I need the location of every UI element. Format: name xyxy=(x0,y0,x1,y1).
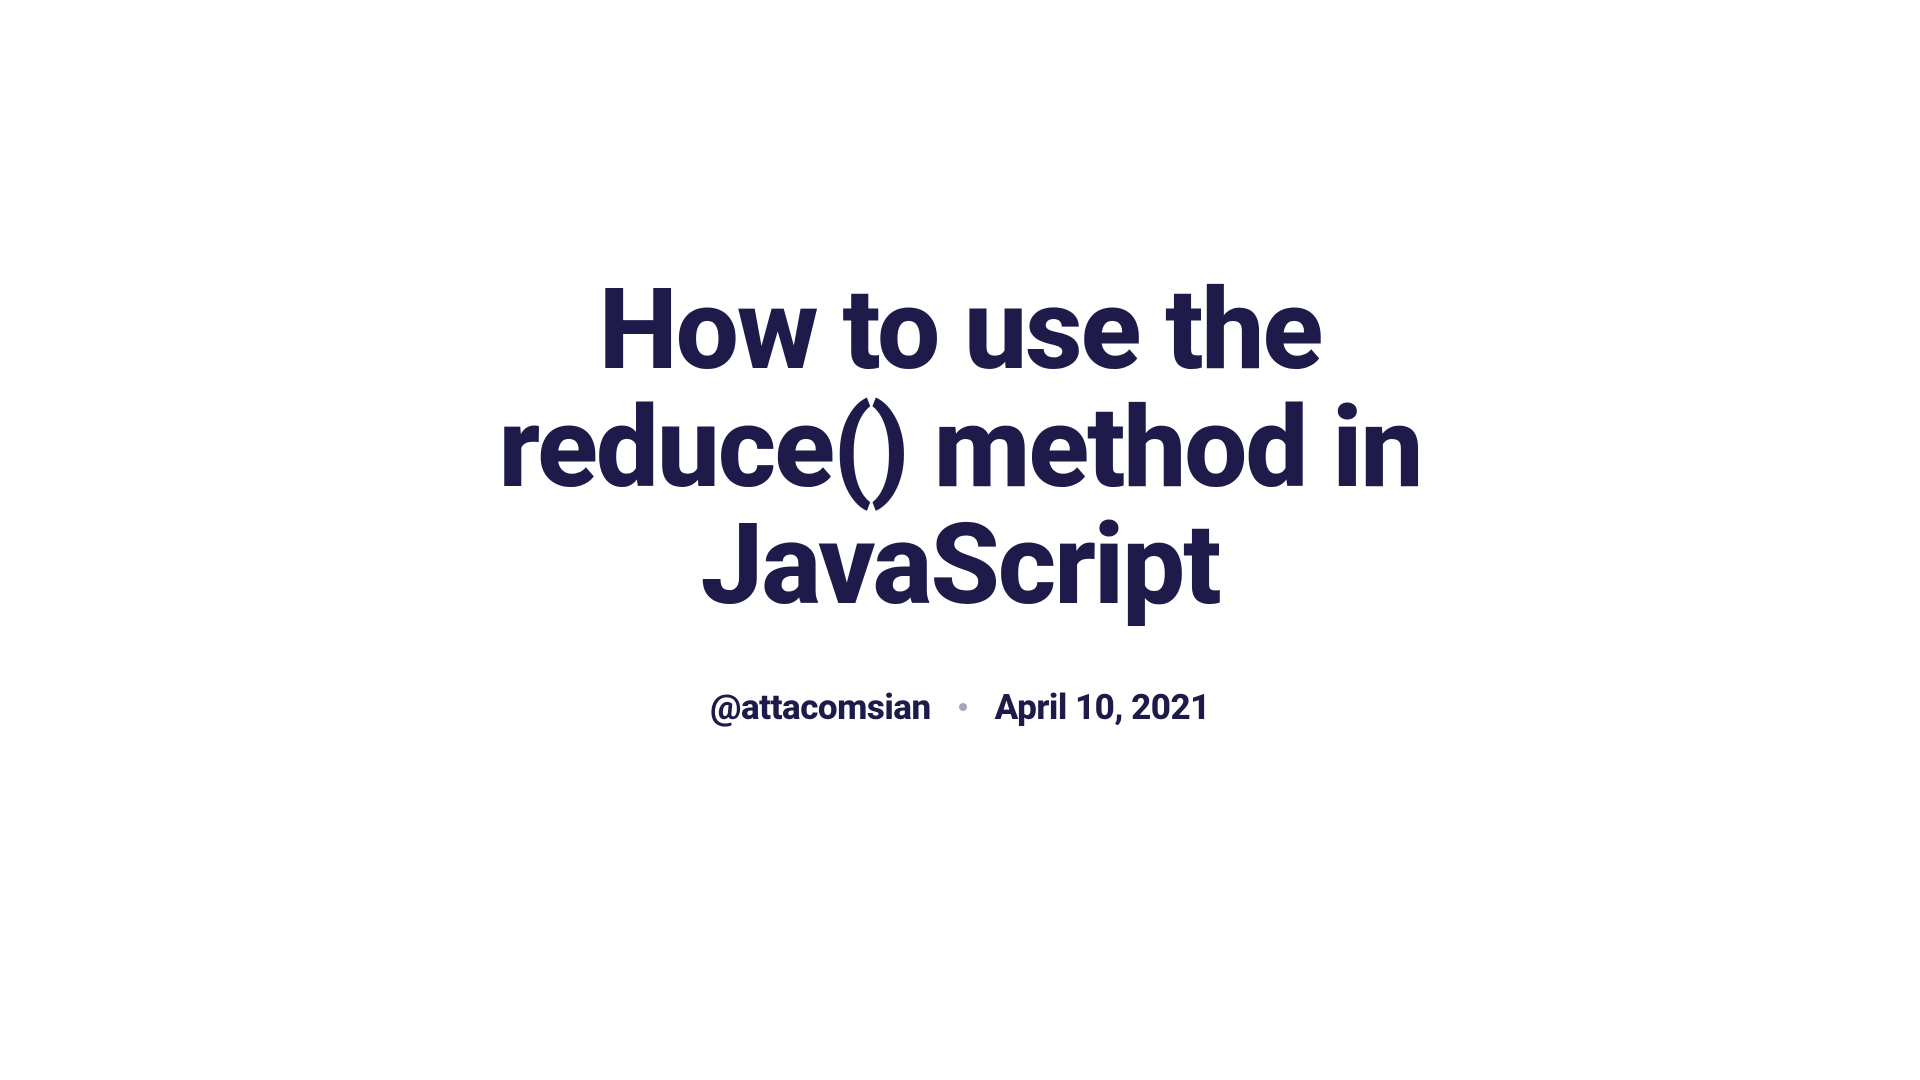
separator-dot-icon xyxy=(959,703,967,711)
article-title: How to use the reduce() method in JavaSc… xyxy=(410,272,1510,625)
author-handle[interactable]: @attacomsian xyxy=(710,687,931,728)
article-meta: @attacomsian April 10, 2021 xyxy=(710,687,1210,728)
publish-date: April 10, 2021 xyxy=(995,687,1210,728)
